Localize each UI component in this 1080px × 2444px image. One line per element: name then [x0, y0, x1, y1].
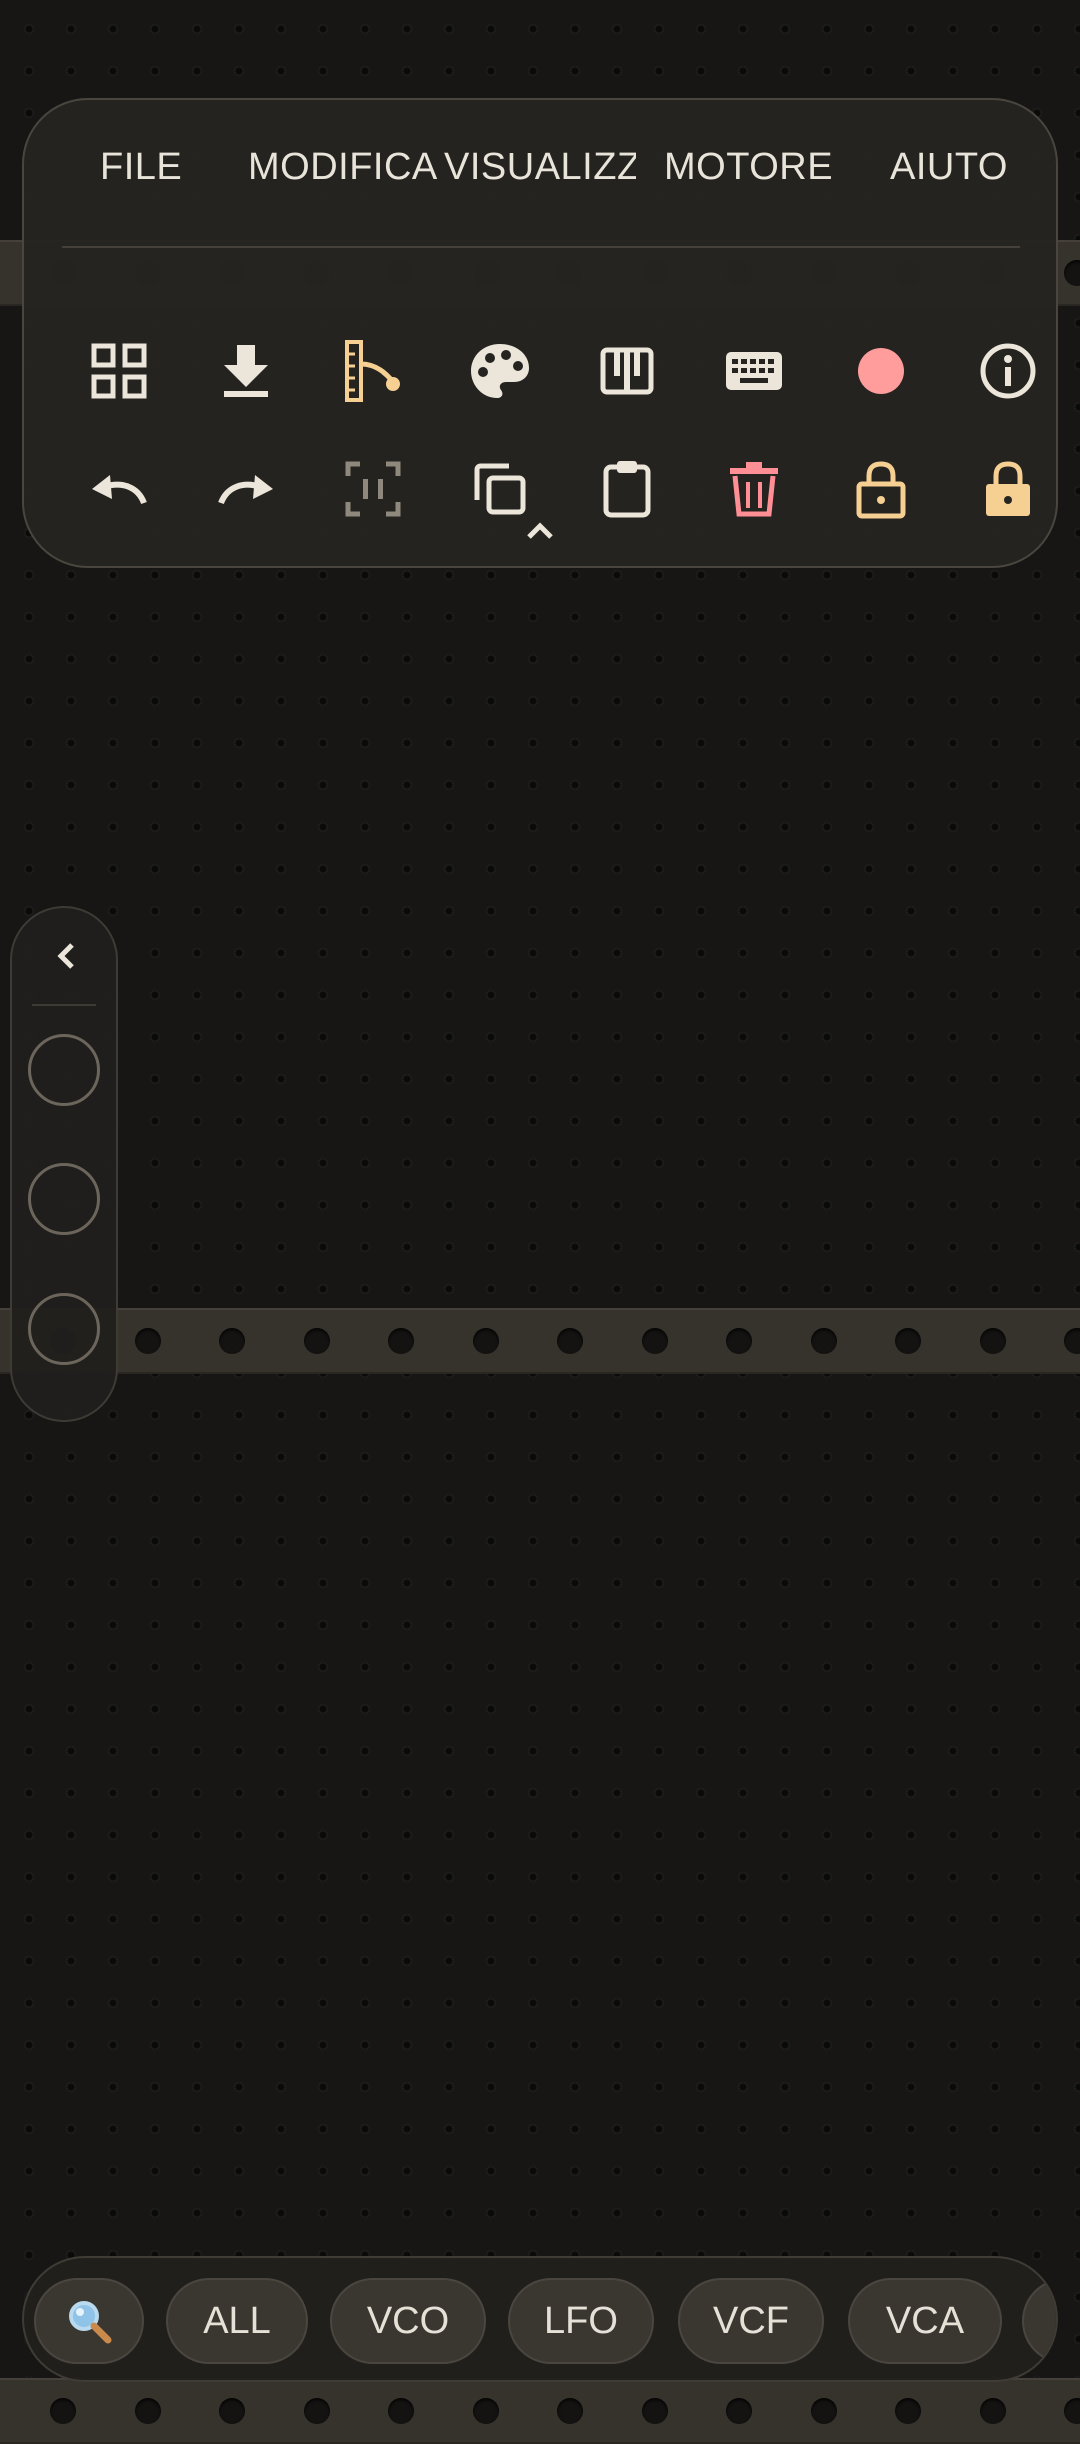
redo-button[interactable] — [201, 444, 291, 534]
palette-icon — [471, 344, 529, 398]
undo-button[interactable] — [74, 444, 164, 534]
rail-screw-hole — [303, 1328, 330, 1354]
rail-screw-hole — [557, 2398, 583, 2424]
side-slot-2[interactable] — [28, 1163, 100, 1235]
record-button[interactable] — [836, 326, 926, 416]
filter-chip-all[interactable]: ALL — [166, 2278, 308, 2364]
side-slot-3[interactable] — [28, 1293, 100, 1365]
rail-screw-hole — [726, 2398, 752, 2424]
rail-screw-hole — [134, 2398, 161, 2424]
rail-screw-hole — [810, 1328, 837, 1354]
lock-open-icon — [856, 461, 906, 519]
info-button[interactable] — [963, 326, 1053, 416]
undo-icon — [92, 475, 147, 505]
computer-keyboard-button[interactable] — [709, 326, 799, 416]
menu-aiuto[interactable]: AIUTO — [890, 146, 1020, 196]
menu-file[interactable]: FILE — [100, 146, 220, 196]
rail-screw-hole — [1064, 1328, 1080, 1354]
collapse-menu-button[interactable] — [510, 506, 570, 556]
paste-icon — [603, 461, 651, 518]
menu-bar: FILE MODIFICA VISUALIZZA MOTORE AIUTO — [24, 100, 1056, 240]
theme-button[interactable] — [455, 326, 545, 416]
lock-closed-icon — [986, 461, 1030, 516]
chevron-left-icon — [57, 943, 74, 969]
module-filter-bar: ALL VCO LFO VCF VCA — [22, 2256, 1058, 2382]
download-icon — [224, 345, 268, 397]
filter-chip-vca[interactable]: VCA — [848, 2278, 1002, 2364]
side-slot-1[interactable] — [28, 1034, 100, 1106]
rail-screw-hole — [895, 2398, 921, 2424]
side-panel-toggle[interactable] — [36, 926, 96, 986]
piano-keys-icon — [600, 347, 654, 395]
magnifier-icon — [69, 2301, 112, 2344]
delete-button[interactable] — [709, 444, 799, 534]
rail-screw-hole — [472, 1328, 499, 1354]
rail-screw-hole — [472, 2398, 499, 2424]
rail-screw-hole — [50, 2398, 76, 2424]
record-icon — [858, 348, 904, 394]
module-browser-button[interactable] — [74, 326, 164, 416]
select-all-button[interactable] — [328, 444, 418, 534]
cable-routing-icon — [345, 340, 400, 402]
filter-chip-vcf[interactable]: VCF — [678, 2278, 824, 2364]
rack-rail-bottom — [0, 2378, 1080, 2444]
menu-modifica[interactable]: MODIFICA — [248, 146, 448, 196]
menu-divider — [62, 246, 1020, 248]
search-button[interactable] — [34, 2278, 144, 2364]
rail-screw-hole — [895, 1328, 921, 1354]
rail-screw-hole — [641, 2398, 668, 2424]
side-panel-divider — [32, 1004, 96, 1006]
keyboard-icon — [726, 352, 782, 390]
download-button[interactable] — [201, 326, 291, 416]
redo-icon — [218, 475, 273, 505]
rail-screw-hole — [1064, 260, 1080, 286]
filter-chip-overflow[interactable] — [1022, 2278, 1056, 2364]
rail-screw-hole — [219, 2398, 245, 2424]
rail-screw-hole — [134, 1328, 161, 1354]
rail-screw-hole — [810, 2398, 837, 2424]
filter-chip-lfo[interactable]: LFO — [508, 2278, 654, 2364]
select-frame-icon — [345, 461, 401, 517]
rail-screw-hole — [641, 1328, 668, 1354]
rail-screw-hole — [979, 2398, 1006, 2424]
menu-motore[interactable]: MOTORE — [664, 146, 844, 196]
rail-screw-hole — [219, 1328, 245, 1354]
midi-keys-button[interactable] — [582, 326, 672, 416]
rail-screw-hole — [979, 1328, 1006, 1354]
chevron-up-icon — [527, 522, 553, 539]
menu-visualizza[interactable]: VISUALIZZA — [444, 146, 636, 196]
rail-screw-hole — [388, 2398, 414, 2424]
side-panel — [10, 906, 118, 1422]
rail-screw-hole — [388, 1328, 414, 1354]
info-icon — [980, 343, 1036, 399]
rail-screw-hole — [303, 2398, 330, 2424]
filter-chip-vco[interactable]: VCO — [330, 2278, 486, 2364]
rack-rail-middle — [0, 1308, 1080, 1374]
main-menu-panel: FILE MODIFICA VISUALIZZA MOTORE AIUTO — [22, 98, 1058, 568]
rail-screw-hole — [1064, 2398, 1080, 2424]
trash-icon — [730, 462, 778, 517]
rail-screw-hole — [726, 1328, 752, 1354]
cable-routing-button[interactable] — [328, 326, 418, 416]
module-browser-icon — [91, 343, 147, 399]
paste-button[interactable] — [582, 444, 672, 534]
lock-modules-button[interactable] — [836, 444, 926, 534]
lock-cables-button[interactable] — [963, 444, 1053, 534]
rail-screw-hole — [557, 1328, 583, 1354]
